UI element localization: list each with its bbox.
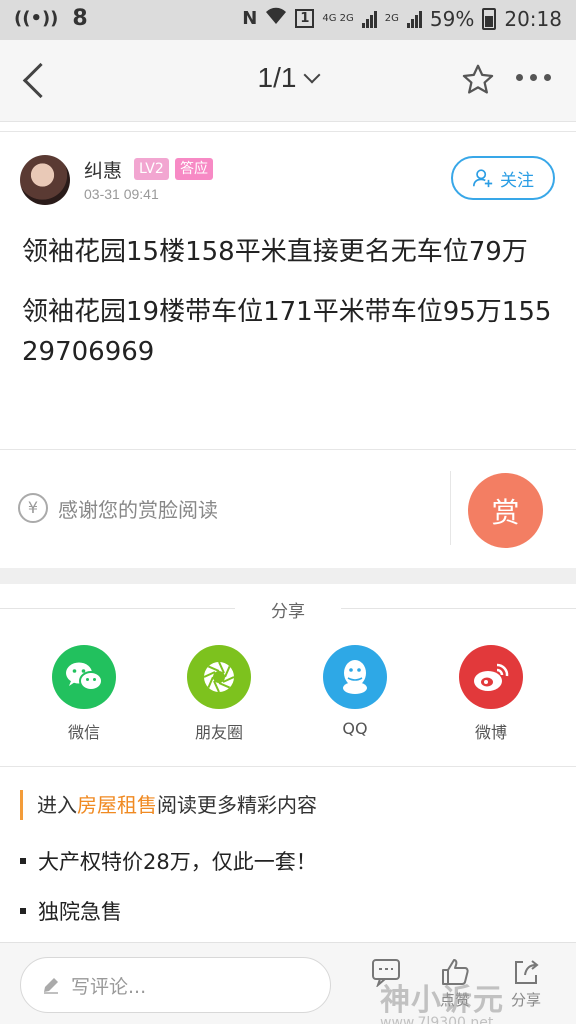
wifi-icon [265,6,287,31]
yen-icon: ¥ [18,493,48,523]
share-button[interactable]: 分享 [496,955,556,1010]
watermark-text: 神小诉元 [380,983,504,1018]
watermark: 神小诉元 www.7l9300.net [380,975,504,1024]
bullet-icon [20,858,26,864]
post-paragraph: 领袖花园19楼带车位171平米带车位95万15529706969 [22,297,552,367]
category-link[interactable]: 房屋租售 [77,793,157,817]
chevron-down-icon [303,66,321,84]
share-moments-button[interactable]: 朋友圈 [179,645,259,743]
username[interactable]: 纠惠 [84,156,122,183]
follow-button[interactable]: 关注 [451,156,555,200]
divider [0,449,576,450]
section-separator [0,568,576,584]
network-type-2: 2G [384,13,399,24]
divider [0,122,576,132]
notification-count: 8 [72,6,88,31]
page-indicator: 1/1 [257,62,297,93]
add-user-icon [473,169,493,188]
more-content-prefix: 进入 [37,793,77,817]
battery-icon [482,7,497,30]
reward-button[interactable]: 赏 [468,473,543,548]
related-item[interactable]: 大产权特价28万，仅此一套！ [20,846,317,876]
sim-icon: 1 [295,9,315,28]
share-label: QQ [342,719,368,738]
share-icon [515,960,539,984]
post-timestamp: 03-31 09:41 [84,186,159,202]
vertical-divider [450,471,451,545]
post-content: 领袖花园15楼158平米直接更名无车位79万 领袖花园19楼带车位171平米带车… [22,232,556,392]
share-label: 微博 [474,723,507,742]
related-item-title: 大产权特价28万，仅此一套！ [38,850,317,874]
battery-percent: 59% [429,6,475,31]
share-label: 分享 [510,991,541,1009]
share-weibo-button[interactable]: 微博 [451,645,531,743]
role-badge: 答应 [175,158,213,180]
share-title: 分享 [271,602,305,622]
follow-label: 关注 [500,170,534,191]
more-content-suffix: 阅读更多精彩内容 [157,793,317,817]
signal-icon [361,10,377,28]
nfc-icon: N [242,8,258,29]
pencil-icon [44,978,58,994]
comment-input[interactable]: 写评论... [20,957,331,1013]
divider [0,766,576,767]
weibo-icon [459,645,523,709]
star-icon[interactable] [460,62,496,98]
share-label: 朋友圈 [194,723,243,742]
wireless-icon: ((•)) [14,8,59,29]
qq-icon [323,645,387,709]
share-wechat-button[interactable]: 微信 [44,645,124,743]
wechat-icon [52,645,116,709]
post-paragraph: 领袖花园15楼158平米直接更名无车位79万 [22,237,528,267]
moments-icon [187,645,251,709]
bullet-icon [20,908,26,914]
more-content-link[interactable]: 进入房屋租售阅读更多精彩内容 [20,790,317,820]
related-item-title: 独院急售 [38,900,122,924]
level-badge: LV2 [134,158,169,180]
watermark-url: www.7l9300.net [380,1015,494,1024]
status-bar: ((•)) 8 N 1 4G 2G 2G 59% 20:18 [0,0,576,40]
more-icon[interactable] [516,74,551,81]
related-item[interactable]: 独院急售 [20,896,122,926]
signal-icon-2 [406,10,422,28]
share-label: 微信 [67,723,100,742]
share-qq-button[interactable]: QQ [315,645,395,738]
reward-thanks-text: 感谢您的赏脸阅读 [58,498,218,522]
avatar[interactable] [20,155,70,205]
comment-placeholder: 写评论... [71,975,147,998]
network-type: 4G 2G [322,12,354,24]
clock: 20:18 [504,6,562,31]
nav-bar: 1/1 [0,40,576,122]
